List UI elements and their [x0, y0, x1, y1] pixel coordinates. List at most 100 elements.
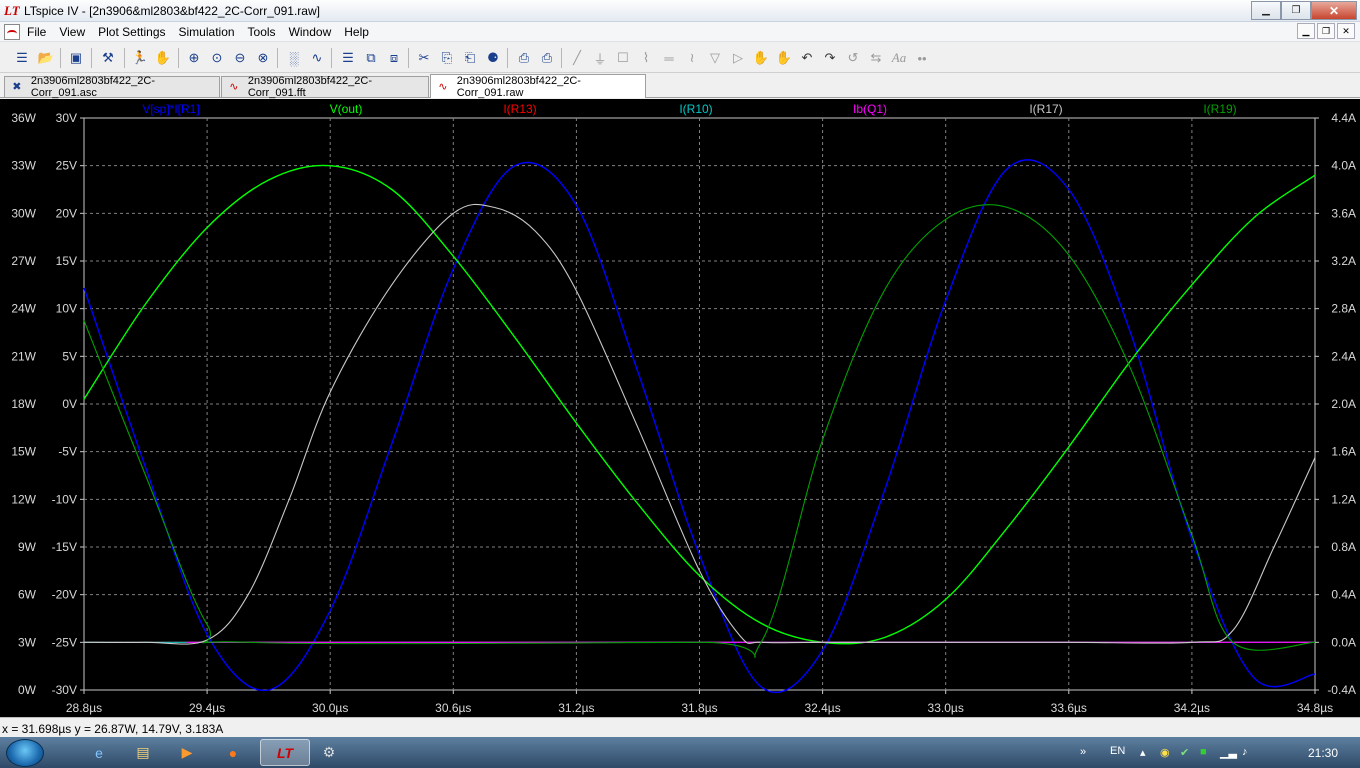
zoom-in-icon[interactable]: ⊕ [184, 48, 204, 68]
print-icon[interactable]: ⎙ [537, 48, 557, 68]
menu-view[interactable]: View [59, 25, 85, 39]
maximize-button[interactable]: ❐ [1281, 1, 1311, 20]
signal-icon[interactable]: ▁▃ [1220, 746, 1237, 759]
legend-v-out[interactable]: V(out) [330, 102, 363, 116]
waveform-chart[interactable]: 28.8µs 29.4µs 30.0µs 30.6µs 31.2µs 31.8µs 32.4… [0, 99, 1360, 717]
redo-icon[interactable]: ↷ [820, 48, 840, 68]
legend-i-r13[interactable]: I(R13) [503, 102, 536, 116]
legend-i-r17[interactable]: I(R17) [1029, 102, 1062, 116]
close-button[interactable]: ✕ [1311, 1, 1357, 20]
legend-i-r10[interactable]: I(R10) [679, 102, 712, 116]
legend-ib-q1[interactable]: Ib(Q1) [853, 102, 887, 116]
spice-directive-icon[interactable]: •• [912, 48, 932, 68]
find-icon[interactable]: ⚈ [483, 48, 503, 68]
x-tick-label: 33.0µs [928, 701, 964, 715]
menu-plot-settings[interactable]: Plot Settings [98, 25, 165, 39]
firefox-icon[interactable]: ● [214, 739, 252, 766]
y-tick-label-amps: 4.4A [1331, 111, 1356, 125]
move-icon[interactable]: ✋ [751, 48, 771, 68]
new-schematic-icon[interactable]: ☰ [12, 48, 32, 68]
calculator-icon[interactable]: ⚙ [310, 739, 348, 766]
diode-icon[interactable]: ▽ [705, 48, 725, 68]
y-tick-label-amps: 0.0A [1331, 635, 1356, 649]
menu-simulation[interactable]: Simulation [179, 25, 235, 39]
legend-v-sp-i-r1[interactable]: V[sp]*I[R1] [142, 102, 199, 116]
x-tick-label: 28.8µs [66, 701, 102, 715]
add-trace-icon[interactable]: ∿ [307, 48, 327, 68]
language-indicator[interactable]: EN [1110, 745, 1125, 757]
undo-icon[interactable]: ↶ [797, 48, 817, 68]
save-icon[interactable]: ▣ [66, 48, 86, 68]
zoom-full-icon[interactable]: ⊗ [253, 48, 273, 68]
file-explorer-icon[interactable]: ▤ [124, 739, 162, 766]
ltspice-taskbar-icon[interactable]: LT [260, 739, 310, 766]
internet-explorer-icon[interactable]: e [80, 739, 118, 766]
start-button[interactable] [6, 739, 44, 767]
waveform-plot[interactable]: 28.8µs 29.4µs 30.0µs 30.6µs 31.2µs 31.8µs 32.4… [0, 99, 1360, 717]
y-tick-label-watts: 3W [18, 635, 37, 649]
ltspice-logo-icon: LT [4, 3, 20, 18]
show-hidden-icons-icon[interactable]: ▴ [1140, 746, 1152, 759]
tab-label: 2n3906ml2803bf422_2C-Corr_091.asc [30, 75, 155, 99]
security-icon[interactable]: ✔ [1180, 746, 1192, 759]
tile-horizontal-icon[interactable]: ☰ [338, 48, 358, 68]
cascade-icon[interactable]: ⧉ [361, 48, 381, 68]
clock[interactable]: 21:30 [1308, 746, 1338, 760]
copy-icon[interactable]: ⎘ [437, 48, 457, 68]
component-icon[interactable]: ▷ [728, 48, 748, 68]
cut-icon[interactable]: ✂ [414, 48, 434, 68]
paste-icon[interactable]: ⎗ [460, 48, 480, 68]
x-tick-label: 31.2µs [558, 701, 594, 715]
ground-icon[interactable]: ⏚ [590, 48, 610, 68]
mirror-icon[interactable]: ⇆ [866, 48, 886, 68]
tab-label: 2n3906ml2803bf422_2C-Corr_091.fft [247, 75, 372, 99]
media-player-icon[interactable]: ▶ [168, 739, 206, 766]
x-tick-label: 32.4µs [804, 701, 840, 715]
menu-tools[interactable]: Tools [248, 25, 276, 39]
y-tick-label-watts: 24W [11, 302, 36, 316]
mdi-close-button[interactable]: ✕ [1337, 23, 1355, 39]
waveform-icon: ∿ [229, 81, 239, 93]
minimize-button[interactable]: ▁ [1251, 1, 1281, 20]
y-tick-label-watts: 6W [18, 588, 37, 602]
zoom-pan-icon[interactable]: ⊙ [207, 48, 227, 68]
label-net-icon[interactable]: ☐ [613, 48, 633, 68]
waveform-document-icon[interactable] [4, 24, 20, 40]
tab-schematic[interactable]: ✖ 2n3906ml2803bf422_2C-Corr_091.asc [4, 75, 220, 99]
y-tick-label-watts: 15W [11, 445, 36, 459]
network-status-icon[interactable]: ◉ [1160, 746, 1172, 759]
menu-window[interactable]: Window [289, 25, 332, 39]
legend-i-r19[interactable]: I(R19) [1203, 102, 1236, 116]
menu-file[interactable]: File [27, 25, 46, 39]
control-panel-icon[interactable]: ⚒ [98, 48, 118, 68]
text-icon[interactable]: Aa [889, 48, 909, 68]
menu-bar: File View Plot Settings Simulation Tools… [0, 22, 1360, 42]
zoom-out-icon[interactable]: ⊖ [230, 48, 250, 68]
drag-icon[interactable]: ✋ [774, 48, 794, 68]
y-tick-label-volts: 10V [56, 302, 77, 316]
tab-fft[interactable]: ∿ 2n3906ml2803bf422_2C-Corr_091.fft [221, 75, 429, 99]
inductor-icon[interactable]: ≀ [682, 48, 702, 68]
capacitor-icon[interactable]: ═ [659, 48, 679, 68]
battery-icon[interactable]: ■ [1200, 746, 1212, 758]
menu-help[interactable]: Help [344, 25, 369, 39]
mdi-minimize-button[interactable]: ▁ [1297, 23, 1315, 39]
close-all-icon[interactable]: ⧈ [384, 48, 404, 68]
open-folder-icon[interactable]: 📂 [36, 48, 56, 68]
y-tick-label-amps: 2.0A [1331, 397, 1356, 411]
tab-raw[interactable]: ∿ 2n3906ml2803bf422_2C-Corr_091.raw [430, 74, 646, 99]
x-tick-label: 30.6µs [435, 701, 471, 715]
tray-overflow-icon[interactable]: » [1080, 746, 1092, 758]
resistor-icon[interactable]: ⌇ [636, 48, 656, 68]
y-tick-label-amps: 2.4A [1331, 349, 1356, 363]
run-icon[interactable]: 🏃 [130, 48, 150, 68]
wire-icon[interactable]: ╱ [567, 48, 587, 68]
rotate-icon[interactable]: ↺ [843, 48, 863, 68]
mdi-restore-button[interactable]: ❐ [1317, 23, 1335, 39]
print-setup-icon[interactable]: ⎙ [514, 48, 534, 68]
volume-icon[interactable]: ♪ [1242, 746, 1254, 758]
autorange-icon[interactable]: ░ [284, 48, 304, 68]
halt-icon[interactable]: ✋ [153, 48, 173, 68]
tab-label: 2n3906ml2803bf422_2C-Corr_091.raw [456, 74, 581, 99]
x-tick-label: 30.0µs [312, 701, 348, 715]
